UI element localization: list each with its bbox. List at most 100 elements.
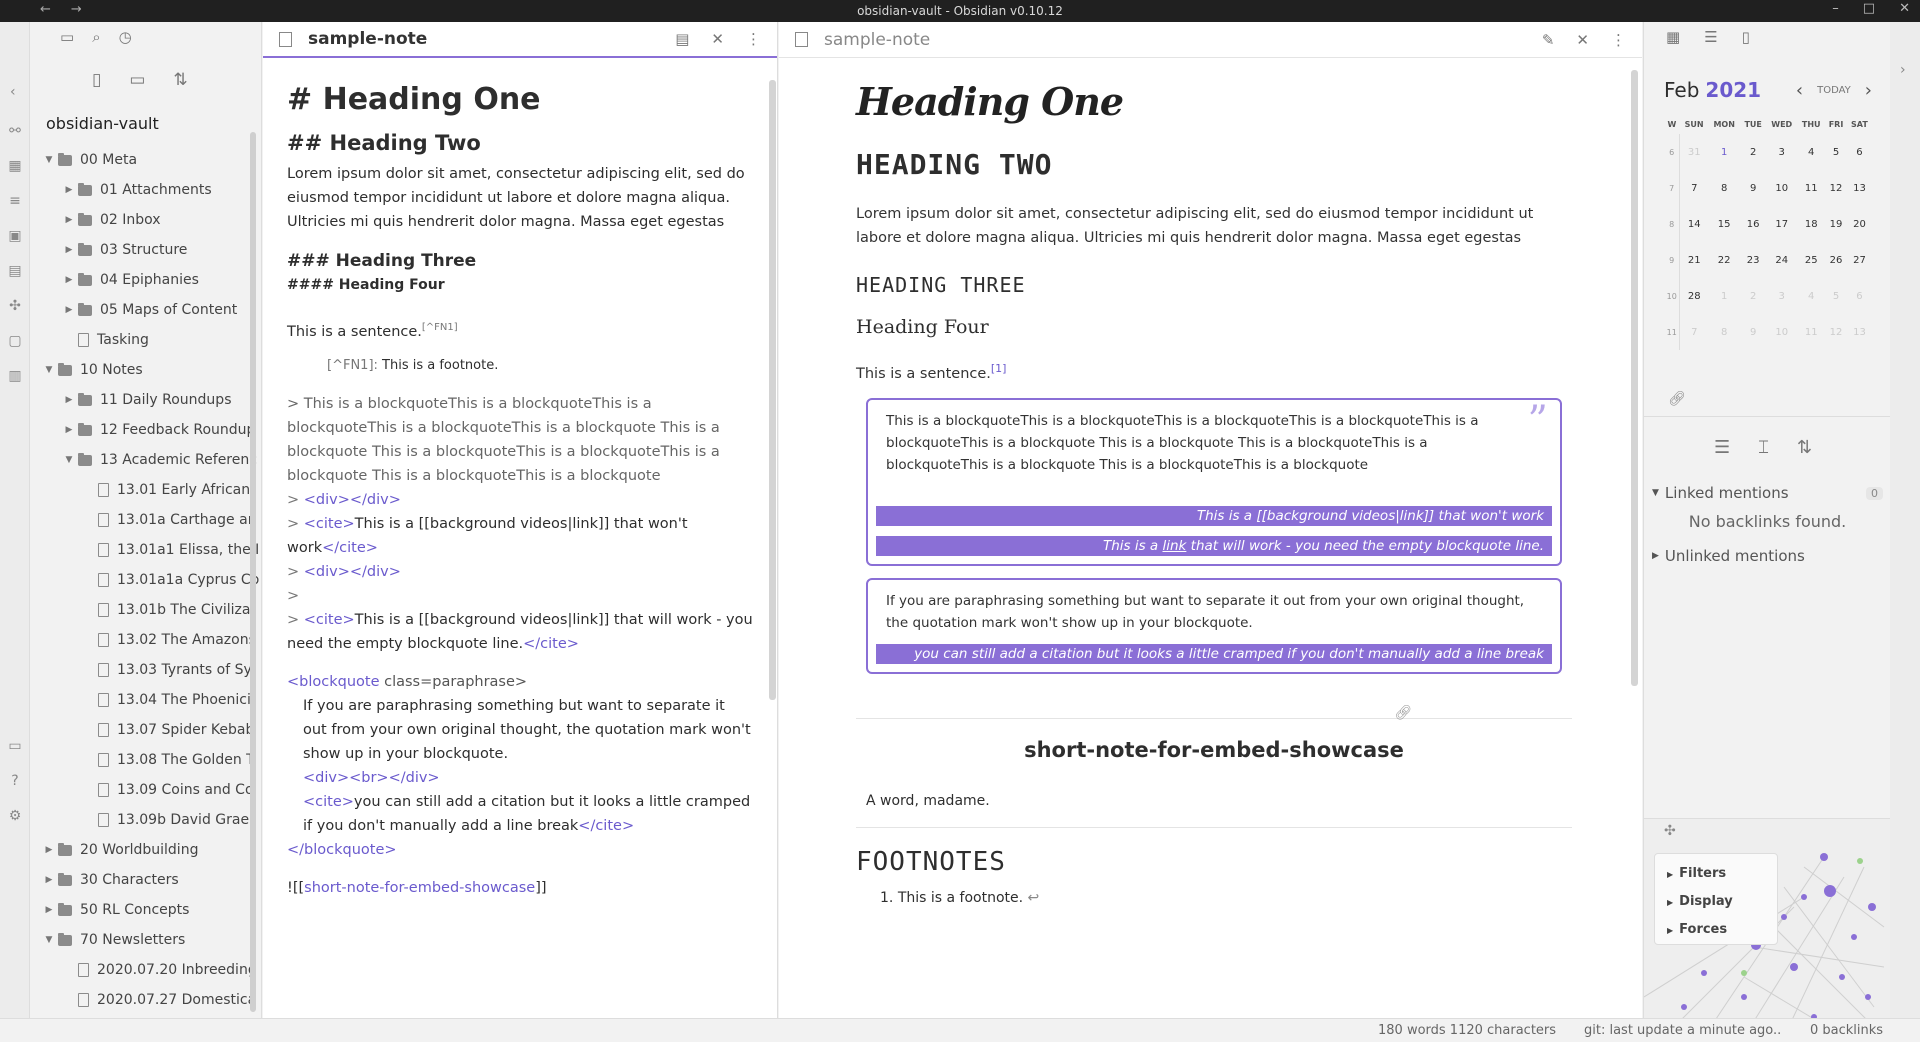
- preview-scrollbar[interactable]: [1631, 70, 1638, 686]
- settings-gear-icon[interactable]: ⚙: [6, 807, 24, 825]
- calendar-day[interactable]: 1: [1708, 278, 1740, 314]
- help-icon[interactable]: ?: [6, 772, 24, 790]
- file-item[interactable]: 13.03 Tyrants of Sy: [30, 655, 261, 685]
- next-month-icon[interactable]: ›: [1865, 80, 1872, 101]
- calendar-day[interactable]: 16: [1740, 206, 1766, 242]
- folder-item[interactable]: ▶ 01 Attachments: [30, 175, 261, 205]
- calendar-day[interactable]: 10: [1766, 170, 1797, 206]
- calendar-day[interactable]: 26: [1825, 242, 1847, 278]
- open-link-icon[interactable]: 🔗︎: [1394, 705, 1412, 721]
- new-note-icon[interactable]: ▯: [92, 70, 101, 90]
- vault-name[interactable]: obsidian-vault: [30, 102, 261, 145]
- local-graph[interactable]: ✣ ▶ Filters ▶ Display ▶ Forces: [1644, 818, 1891, 1032]
- file-item[interactable]: 13.01a1a Cyprus Co: [30, 565, 261, 595]
- more-options-icon[interactable]: ⋮: [1611, 31, 1626, 49]
- files-tab-icon[interactable]: ▭: [60, 28, 74, 50]
- preview-toggle-icon[interactable]: ▤: [675, 30, 689, 48]
- file-item[interactable]: 2020.07.20 Inbreeding: [30, 955, 261, 985]
- graph-filters[interactable]: ▶ Filters: [1667, 860, 1765, 888]
- calendar-day[interactable]: 21: [1680, 242, 1708, 278]
- unlinked-mentions-toggle[interactable]: ▶ Unlinked mentions: [1644, 541, 1891, 571]
- editor-scrollbar[interactable]: [769, 80, 776, 700]
- cite2-link[interactable]: link: [1162, 538, 1186, 554]
- calendar-day[interactable]: 4: [1797, 278, 1825, 314]
- minimize-icon[interactable]: –: [1832, 1, 1839, 16]
- calendar-day[interactable]: 11: [1797, 314, 1825, 350]
- folder-item[interactable]: ▶ 20 Worldbuilding: [30, 835, 261, 865]
- calendar-day[interactable]: 6: [1847, 278, 1872, 314]
- calendar-day[interactable]: 1: [1708, 134, 1740, 170]
- calendar-day[interactable]: 7: [1680, 170, 1708, 206]
- calendar-day[interactable]: 22: [1708, 242, 1740, 278]
- calendar-day[interactable]: 9: [1740, 314, 1766, 350]
- calendar-day[interactable]: 4: [1797, 134, 1825, 170]
- file-tab-icon[interactable]: ▯: [1742, 28, 1750, 50]
- calendar-day[interactable]: 28: [1680, 278, 1708, 314]
- today-button[interactable]: TODAY: [1817, 85, 1851, 96]
- file-item[interactable]: 13.09b David Grael: [30, 805, 261, 835]
- calendar-day[interactable]: 17: [1766, 206, 1797, 242]
- footnote-backref-icon[interactable]: ↩: [1028, 890, 1040, 906]
- calendar-day[interactable]: 19: [1825, 206, 1847, 242]
- file-item[interactable]: 13.02 The Amazons: [30, 625, 261, 655]
- calendar-day[interactable]: 3: [1766, 134, 1797, 170]
- file-item[interactable]: 13.04 The Phoenici: [30, 685, 261, 715]
- sort-icon[interactable]: ⇅: [173, 70, 187, 90]
- footnote-marker-link[interactable]: [1]: [991, 362, 1007, 375]
- editor-tab-title[interactable]: sample-note: [308, 29, 427, 49]
- calendar-day[interactable]: 8: [1708, 314, 1740, 350]
- new-folder-icon[interactable]: ▭: [129, 70, 145, 90]
- file-item[interactable]: 13.09 Coins and Co: [30, 775, 261, 805]
- calendar-day[interactable]: 18: [1797, 206, 1825, 242]
- file-item[interactable]: 13.01a Carthage ar: [30, 505, 261, 535]
- file-item[interactable]: 13.01 Early African: [30, 475, 261, 505]
- close-window-icon[interactable]: ✕: [1899, 1, 1910, 16]
- calendar-tab-icon[interactable]: ▦: [1666, 28, 1680, 50]
- file-item[interactable]: Tasking: [30, 325, 261, 355]
- outline-tab-icon[interactable]: ☰: [1704, 28, 1717, 50]
- calendar-day[interactable]: 23: [1740, 242, 1766, 278]
- folder-item[interactable]: ▼ 13 Academic Referenc: [30, 445, 261, 475]
- prev-month-icon[interactable]: ‹: [1796, 80, 1803, 101]
- calendar-day[interactable]: 12: [1825, 314, 1847, 350]
- calendar-day[interactable]: 9: [1740, 170, 1766, 206]
- folder-item[interactable]: ▼ 70 Newsletters: [30, 925, 261, 955]
- calendar-day[interactable]: 12: [1825, 170, 1847, 206]
- git-status[interactable]: git: last update a minute ago..: [1584, 1023, 1781, 1038]
- search-icon[interactable]: ⌕: [92, 28, 100, 50]
- collapse-right-icon[interactable]: ›: [1900, 62, 1906, 78]
- list-icon[interactable]: ≡: [6, 192, 24, 210]
- folder-item[interactable]: ▶ 02 Inbox: [30, 205, 261, 235]
- calendar-day[interactable]: 7: [1680, 314, 1708, 350]
- graph-icon[interactable]: ✣: [1644, 819, 1891, 847]
- forward-arrow-icon[interactable]: →: [71, 2, 102, 17]
- folder-item[interactable]: ▶ 50 RL Concepts: [30, 895, 261, 925]
- file-item[interactable]: 13.07 Spider Kebab: [30, 715, 261, 745]
- calendar-day[interactable]: 20: [1847, 206, 1872, 242]
- file-item[interactable]: 13.01a1 Elissa, the I: [30, 535, 261, 565]
- folder-item[interactable]: ▼ 10 Notes: [30, 355, 261, 385]
- folder-item[interactable]: ▶ 05 Maps of Content: [30, 295, 261, 325]
- calendar-day[interactable]: 15: [1708, 206, 1740, 242]
- backlink-link-icon[interactable]: 🔗︎: [1644, 387, 1891, 417]
- calendar-day[interactable]: 27: [1847, 242, 1872, 278]
- calendar-day[interactable]: 25: [1797, 242, 1825, 278]
- sort-icon[interactable]: ⇅: [1797, 437, 1812, 458]
- table-icon[interactable]: ▦: [6, 157, 24, 175]
- calendar-day[interactable]: 2: [1740, 278, 1766, 314]
- slides-icon[interactable]: ▤: [6, 262, 24, 280]
- folder-item[interactable]: ▶ 30 Characters: [30, 865, 261, 895]
- back-arrow-icon[interactable]: ←: [40, 2, 71, 17]
- calendar-day[interactable]: 31: [1680, 134, 1708, 170]
- calendar-day[interactable]: 14: [1680, 206, 1708, 242]
- calendar-day[interactable]: 10: [1766, 314, 1797, 350]
- edit-pencil-icon[interactable]: ✎: [1542, 31, 1555, 49]
- folder-item[interactable]: ▶ 11 Daily Roundups: [30, 385, 261, 415]
- calendar-day[interactable]: 13: [1847, 314, 1872, 350]
- maximize-icon[interactable]: □: [1863, 1, 1875, 16]
- folder-item[interactable]: ▶ 04 Epiphanies: [30, 265, 261, 295]
- calendar-day[interactable]: 5: [1825, 134, 1847, 170]
- expand-icon[interactable]: ⌶: [1758, 437, 1769, 458]
- folder-item[interactable]: ▼ 00 Meta: [30, 145, 261, 175]
- network-icon[interactable]: ✣: [6, 297, 24, 315]
